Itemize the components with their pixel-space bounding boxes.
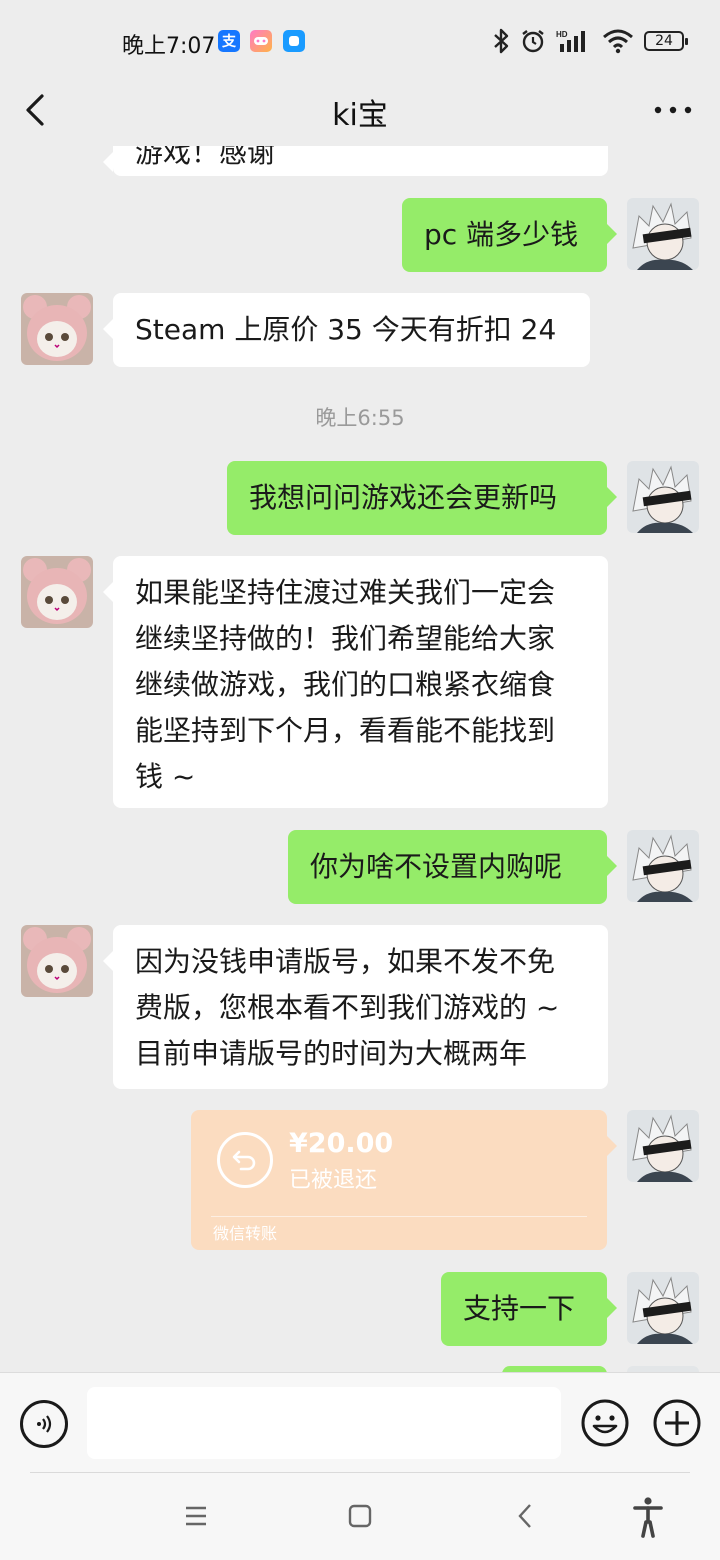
svg-text:HD: HD xyxy=(556,30,568,39)
chat-header: ki宝 xyxy=(0,80,720,146)
transfer-label: 微信转账 xyxy=(213,1224,278,1243)
emoji-button[interactable] xyxy=(580,1398,630,1448)
message-bubble[interactable]: 游戏！感谢 xyxy=(103,146,608,176)
menu-button[interactable] xyxy=(174,1494,218,1538)
voice-icon xyxy=(37,1415,52,1433)
my-avatar[interactable] xyxy=(627,830,699,902)
message-bubble[interactable]: pc 端多少钱 xyxy=(402,198,617,272)
emoji-icon xyxy=(581,1399,629,1447)
home-button[interactable] xyxy=(338,1494,382,1538)
status-time: 晚上7:07 xyxy=(122,34,216,59)
transfer-amount: ¥20.00 xyxy=(289,1128,394,1159)
my-avatar[interactable] xyxy=(627,198,699,270)
accessibility-icon xyxy=(633,1497,663,1538)
battery-icon: 24 xyxy=(644,31,688,51)
wifi-icon xyxy=(603,29,633,54)
status-bar: 晚上7:07 支 HD 24 xyxy=(0,0,720,80)
menu-icon xyxy=(186,1506,206,1526)
refund-icon xyxy=(217,1132,273,1188)
message-bubble[interactable]: 我想问问游戏还会更新吗 xyxy=(227,461,617,535)
alarm-icon xyxy=(522,30,544,53)
message-text: 游戏！感谢 xyxy=(135,146,276,169)
accessibility-button[interactable] xyxy=(626,1494,670,1538)
hd-signal-icon: HD xyxy=(556,30,585,52)
message-line: 因为没钱申请版号，如果不发不免 xyxy=(135,945,556,978)
more-functions-button[interactable] xyxy=(652,1398,702,1448)
message-bubble[interactable]: Steam 上原价 35 今天有折扣 24 xyxy=(103,293,590,367)
input-bar xyxy=(0,1372,720,1473)
message-text: 我想问问游戏还会更新吗 xyxy=(249,481,558,514)
peer-avatar[interactable] xyxy=(21,293,93,365)
message-line: 继续做游戏，我们的口粮紧衣缩食 xyxy=(135,668,556,701)
voice-button[interactable] xyxy=(20,1400,68,1448)
status-indicators: HD 24 xyxy=(492,26,688,56)
home-icon xyxy=(348,1504,372,1528)
my-avatar[interactable] xyxy=(627,1110,699,1182)
timestamp: 晚上6:55 xyxy=(315,406,405,430)
game-center-icon xyxy=(250,30,272,52)
message-text: Steam 上原价 35 今天有折扣 24 xyxy=(135,313,557,346)
message-text: 你为啥不设置内购呢 xyxy=(310,850,563,883)
system-navigation-bar xyxy=(0,1472,720,1560)
message-bubble[interactable]: 你为啥不设置内购呢 xyxy=(288,830,617,904)
my-avatar[interactable] xyxy=(627,1272,699,1344)
message-app-icon xyxy=(283,30,305,52)
chat-title: ki宝 xyxy=(332,98,388,133)
message-bubble[interactable]: 因为没钱申请版号，如果不发不免 费版，您根本看不到我们游戏的 ~ 目前申请版号的… xyxy=(103,925,608,1089)
message-line: 如果能坚持住渡过难关我们一定会 xyxy=(135,576,556,609)
more-icon xyxy=(654,106,692,114)
message-text: pc 端多少钱 xyxy=(424,218,579,251)
message-line: 继续坚持做的！我们希望能给大家 xyxy=(135,622,556,655)
plus-icon xyxy=(653,1399,701,1447)
message-bubble[interactable]: 支持一下 xyxy=(441,1272,617,1346)
message-input[interactable] xyxy=(87,1387,561,1459)
message-line: 能坚持到下个月，看看能不能找到 xyxy=(135,714,556,747)
back-icon xyxy=(518,1504,531,1528)
message-line: 目前申请版号的时间为大概两年 xyxy=(135,1037,528,1070)
transfer-card[interactable]: ¥20.00 已被退还 微信转账 xyxy=(191,1110,617,1250)
transfer-status: 已被退还 xyxy=(289,1168,378,1193)
divider xyxy=(211,1216,587,1217)
bluetooth-icon xyxy=(494,28,509,54)
my-avatar[interactable] xyxy=(627,461,699,533)
message-text: 支持一下 xyxy=(463,1292,576,1325)
more-options-button[interactable] xyxy=(648,90,698,130)
message-line: 费版，您根本看不到我们游戏的 ~ xyxy=(135,991,560,1024)
system-back-button[interactable] xyxy=(504,1494,548,1538)
alipay-icon: 支 xyxy=(218,30,240,52)
peer-avatar[interactable] xyxy=(21,556,93,628)
divider xyxy=(30,1472,690,1473)
message-line: 钱 ~ xyxy=(135,760,196,793)
message-list[interactable]: 游戏！感谢 pc 端多少钱 Steam 上原价 35 今天有折扣 24 晚上6:… xyxy=(0,146,720,1372)
peer-avatar[interactable] xyxy=(21,925,93,997)
message-bubble[interactable]: 如果能坚持住渡过难关我们一定会 继续坚持做的！我们希望能给大家 继续做游戏，我们… xyxy=(103,556,608,808)
